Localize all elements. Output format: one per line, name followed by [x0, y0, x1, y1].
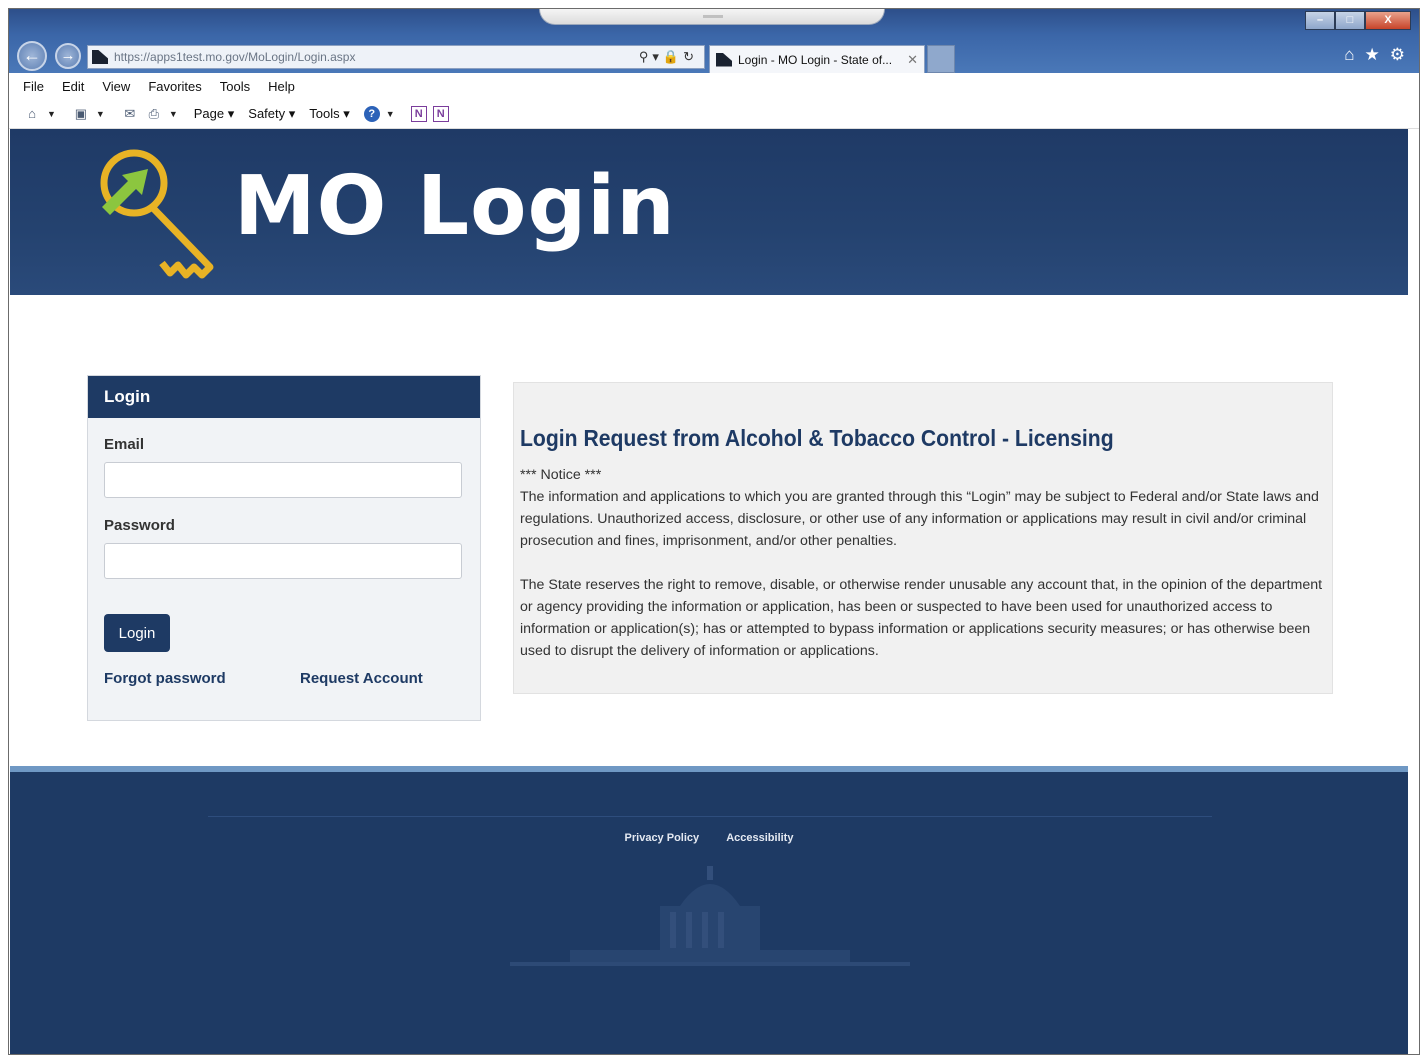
menu-tools[interactable]: Tools	[220, 79, 250, 94]
password-input[interactable]	[104, 543, 462, 579]
tab-title: Login - MO Login - State of...	[738, 52, 893, 67]
address-bar[interactable]: https://apps1test.mo.gov/MoLogin/Login.a…	[87, 45, 705, 69]
footer-divider	[208, 816, 1212, 817]
login-panel: Login Email Password Login Forgot passwo…	[87, 375, 481, 721]
forward-button[interactable]: →	[55, 43, 81, 69]
new-tab-button[interactable]	[927, 45, 955, 73]
feeds-icon[interactable]: ▣	[72, 106, 90, 122]
email-input[interactable]	[104, 462, 462, 498]
password-label: Password	[104, 517, 175, 534]
tab-login[interactable]: Login - MO Login - State of... ✕	[709, 45, 925, 73]
chevron-down-icon[interactable]: ▼	[386, 109, 395, 119]
onenote-icon[interactable]: N	[410, 105, 427, 122]
capitol-building-icon	[510, 866, 910, 966]
email-label: Email	[104, 436, 145, 453]
menu-bar: File Edit View Favorites Tools Help	[9, 73, 1419, 99]
browser-titlebar: – □ X ← → https://apps1test.mo.gov/MoLog…	[9, 9, 1419, 73]
request-account-link[interactable]: Request Account	[300, 670, 423, 687]
maximize-button[interactable]: □	[1335, 11, 1365, 30]
menu-file[interactable]: File	[23, 79, 44, 94]
menu-help[interactable]: Help	[268, 79, 295, 94]
onenote-linked-icon[interactable]: N	[432, 105, 449, 122]
safety-menu[interactable]: Safety ▾	[248, 106, 295, 122]
back-button[interactable]: ←	[17, 41, 47, 71]
minimize-button[interactable]: –	[1305, 11, 1335, 30]
key-logo-icon	[100, 149, 214, 279]
chevron-down-icon[interactable]: ▼	[47, 109, 56, 119]
tab-close-icon[interactable]: ✕	[907, 52, 918, 68]
help-icon[interactable]: ?	[363, 105, 380, 122]
chevron-down-icon[interactable]: ▼	[169, 109, 178, 119]
close-window-button[interactable]: X	[1365, 11, 1411, 30]
login-panel-heading: Login	[88, 376, 480, 418]
site-banner: MO Login	[10, 129, 1408, 295]
url-text: https://apps1test.mo.gov/MoLogin/Login.a…	[114, 50, 356, 64]
address-controls[interactable]: ⚲▾🔒↻	[639, 49, 698, 65]
window-controls: – □ X	[1305, 11, 1411, 31]
browser-window: – □ X ← → https://apps1test.mo.gov/MoLog…	[8, 8, 1420, 1055]
gear-icon[interactable]: ⚙	[1390, 45, 1405, 65]
notice-panel: Login Request from Alcohol & Tobacco Con…	[513, 382, 1333, 694]
missouri-favicon-icon	[92, 50, 108, 64]
menu-favorites[interactable]: Favorites	[148, 79, 201, 94]
notice-paragraph-2: The State reserves the right to remove, …	[520, 577, 1323, 659]
site-footer: Privacy Policy Accessibility	[10, 772, 1408, 1054]
footer-links: Privacy Policy Accessibility	[10, 832, 1408, 844]
notice-title: Login Request from Alcohol & Tobacco Con…	[520, 425, 1114, 451]
accessibility-link[interactable]: Accessibility	[726, 832, 793, 844]
tools-menu[interactable]: Tools ▾	[309, 106, 350, 122]
login-button[interactable]: Login	[104, 614, 170, 652]
titlebar-notch	[539, 9, 885, 25]
home-icon[interactable]: ⌂	[23, 106, 41, 122]
chevron-down-icon[interactable]: ▼	[96, 109, 105, 119]
notice-marker: *** Notice ***	[520, 467, 602, 483]
favorites-star-icon[interactable]: ★	[1365, 45, 1380, 65]
missouri-favicon-icon	[716, 52, 732, 67]
home-icon[interactable]: ⌂	[1344, 45, 1354, 65]
privacy-policy-link[interactable]: Privacy Policy	[625, 832, 700, 844]
page-menu[interactable]: Page ▾	[194, 106, 235, 122]
site-title: MO Login	[234, 159, 676, 254]
menu-view[interactable]: View	[102, 79, 130, 94]
print-icon[interactable]: ⎙	[145, 106, 163, 122]
command-bar: ⌂ ▼ ▣ ▼ ✉ ⎙ ▼ Page ▾ Safety ▾ Tools ▾ ? ▼ N …	[9, 99, 1419, 129]
notice-paragraph-1: The information and applications to whic…	[520, 489, 1319, 549]
mail-icon[interactable]: ✉	[121, 106, 139, 122]
browser-right-icons: ⌂ ★ ⚙	[1344, 45, 1405, 65]
menu-edit[interactable]: Edit	[62, 79, 84, 94]
forgot-password-link[interactable]: Forgot password	[104, 670, 226, 687]
